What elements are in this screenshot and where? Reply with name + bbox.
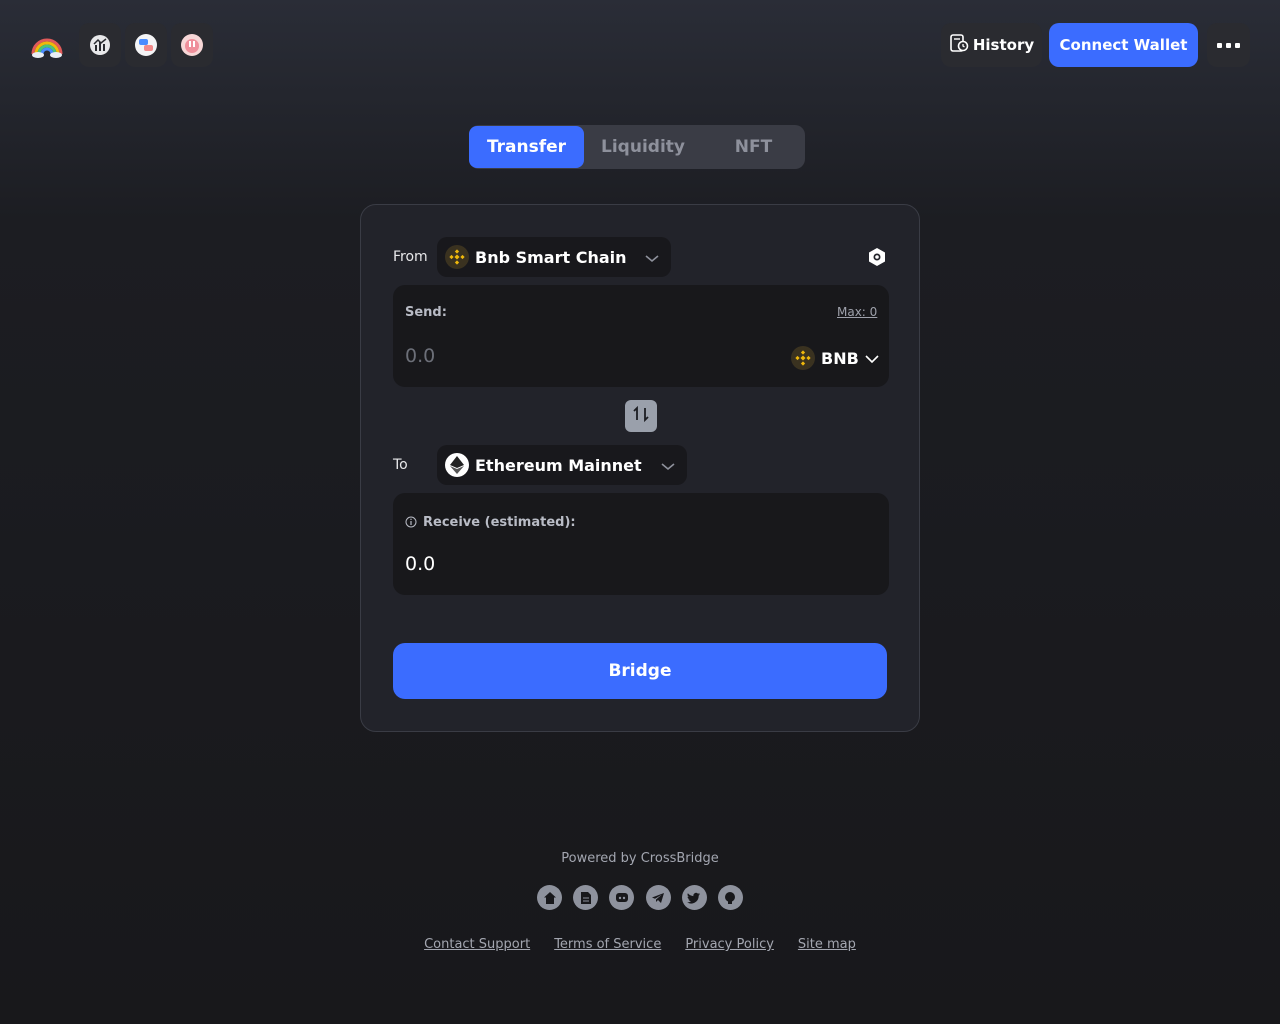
- discord-icon[interactable]: [609, 885, 635, 910]
- to-chain-select[interactable]: Ethereum Mainnet: [437, 445, 687, 485]
- to-label: To: [393, 457, 408, 473]
- bridge-button[interactable]: Bridge: [393, 643, 887, 699]
- to-chain-name: Ethereum Mainnet: [475, 455, 642, 475]
- from-chain-select[interactable]: Bnb Smart Chain: [437, 237, 671, 277]
- bnb-icon: [791, 346, 815, 370]
- swap-arrows-icon: [631, 404, 651, 428]
- exchange-app-icon[interactable]: [125, 23, 167, 67]
- chevron-down-icon: [661, 456, 675, 475]
- receive-label: Receive (estimated):: [423, 515, 576, 530]
- twitter-icon[interactable]: [681, 885, 707, 910]
- max-button[interactable]: Max: 0: [837, 305, 877, 319]
- privacy-policy-link[interactable]: Privacy Policy: [685, 937, 774, 952]
- github-icon[interactable]: [717, 885, 743, 910]
- receive-value: 0.0: [405, 553, 436, 575]
- telegram-icon[interactable]: [645, 885, 671, 910]
- document-icon[interactable]: [573, 885, 599, 910]
- bridge-tabs: Transfer Liquidity NFT: [469, 125, 805, 169]
- token-select[interactable]: BNB: [791, 346, 879, 370]
- tab-liquidity[interactable]: Liquidity: [584, 125, 702, 169]
- send-amount-input[interactable]: [405, 345, 705, 367]
- history-button[interactable]: History: [941, 23, 1042, 67]
- chevron-down-icon: [645, 248, 659, 267]
- footer-links: Contact Support Terms of Service Privacy…: [0, 937, 1280, 952]
- from-chain-name: Bnb Smart Chain: [475, 247, 627, 267]
- powered-by: Powered by CrossBridge: [561, 851, 719, 866]
- send-label: Send:: [405, 305, 447, 320]
- rainbow-logo-icon[interactable]: [30, 30, 64, 60]
- settings-gear-icon[interactable]: [866, 246, 888, 268]
- swap-direction-button[interactable]: [625, 400, 657, 432]
- home-icon[interactable]: [537, 885, 562, 910]
- history-label: History: [972, 36, 1035, 54]
- receive-panel: [393, 493, 889, 595]
- receive-header: Receive (estimated):: [405, 513, 576, 532]
- chevron-down-icon: [865, 349, 879, 368]
- social-links: [537, 885, 743, 911]
- site-map-link[interactable]: Site map: [798, 937, 856, 952]
- history-icon: [949, 33, 969, 57]
- tab-nft[interactable]: NFT: [702, 125, 805, 169]
- info-icon: [405, 513, 417, 532]
- contact-support-link[interactable]: Contact Support: [424, 937, 530, 952]
- connect-wallet-button[interactable]: Connect Wallet: [1049, 23, 1198, 67]
- bnb-icon: [445, 245, 469, 269]
- eth-icon: [445, 453, 469, 477]
- pig-app-icon[interactable]: [171, 23, 213, 67]
- terms-of-service-link[interactable]: Terms of Service: [554, 937, 661, 952]
- from-label: From: [393, 249, 428, 265]
- send-panel: [393, 285, 889, 387]
- more-options-icon[interactable]: [1207, 23, 1250, 67]
- chart-app-icon[interactable]: [79, 23, 121, 67]
- token-name: BNB: [821, 348, 859, 368]
- tab-transfer[interactable]: Transfer: [469, 126, 584, 168]
